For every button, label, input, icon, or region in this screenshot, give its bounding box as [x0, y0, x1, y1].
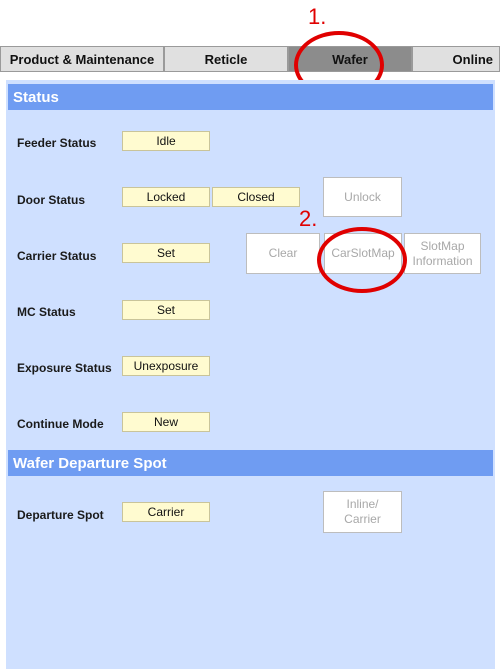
section-header-departure: Wafer Departure Spot: [8, 450, 493, 476]
continue-mode-value: New: [122, 412, 210, 432]
annotation-circle-carslotmap: [317, 227, 407, 293]
mc-status-value: Set: [122, 300, 210, 320]
tab-reticle[interactable]: Reticle: [164, 46, 288, 72]
carrier-status-label: Carrier Status: [17, 249, 97, 263]
continue-mode-label: Continue Mode: [17, 417, 104, 431]
slotmap-information-line1: SlotMap: [420, 238, 465, 253]
annotation-step-1: 1.: [308, 4, 327, 29]
inline-carrier-line1: Inline/: [346, 497, 379, 511]
inline-carrier-button[interactable]: Inline/ Carrier: [323, 491, 402, 533]
exposure-status-label: Exposure Status: [17, 361, 112, 375]
slotmap-information-button[interactable]: SlotMap Information: [404, 233, 481, 274]
departure-spot-value: Carrier: [122, 502, 210, 522]
slotmap-information-line2: Information: [412, 253, 473, 268]
clear-button[interactable]: Clear: [246, 233, 320, 274]
annotation-step-2: 2.: [299, 206, 318, 231]
section-header-status: Status: [8, 84, 493, 110]
tab-online[interactable]: Online: [412, 46, 500, 72]
mc-status-label: MC Status: [17, 305, 76, 319]
tab-product-maintenance[interactable]: Product & Maintenance: [0, 46, 164, 72]
inline-carrier-line2: Carrier: [344, 512, 381, 526]
door-lock-value: Locked: [122, 187, 210, 207]
carrier-status-value: Set: [122, 243, 210, 263]
unlock-button[interactable]: Unlock: [323, 177, 402, 217]
exposure-status-value: Unexposure: [122, 356, 210, 376]
feeder-status-value: Idle: [122, 131, 210, 151]
door-open-value: Closed: [212, 187, 300, 207]
door-status-label: Door Status: [17, 193, 86, 207]
feeder-status-label: Feeder Status: [17, 136, 97, 150]
departure-spot-label: Departure Spot: [17, 508, 104, 522]
